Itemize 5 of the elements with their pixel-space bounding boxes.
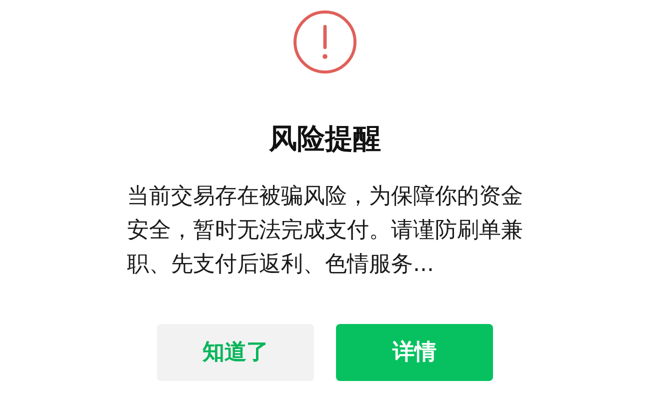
dialog-title: 风险提醒 (269, 122, 381, 156)
dialog-message: 当前交易存在被骗风险，为保障你的资金安全，暂时无法完成支付。请谨防刷单兼职、先支付后返利、色情服务... (127, 182, 523, 279)
details-button[interactable]: 详情 (336, 324, 493, 381)
dismiss-button[interactable]: 知道了 (157, 324, 314, 381)
warning-icon (293, 10, 357, 74)
